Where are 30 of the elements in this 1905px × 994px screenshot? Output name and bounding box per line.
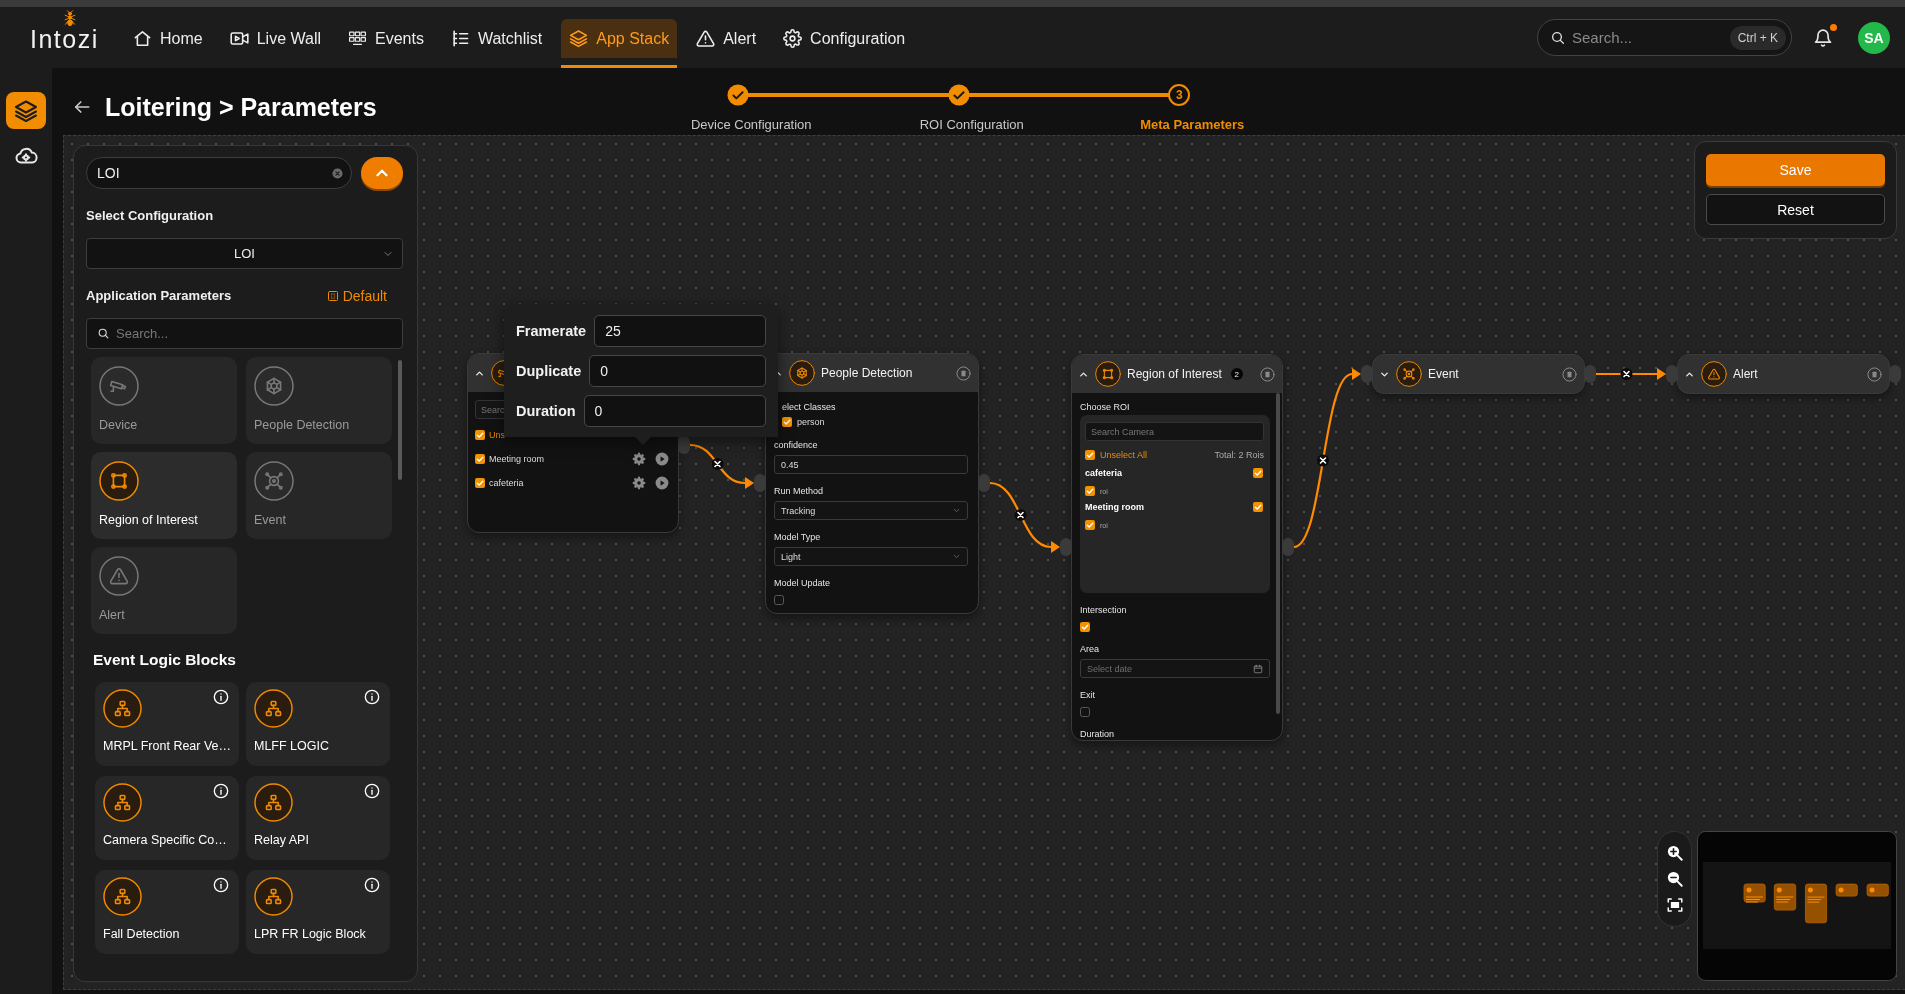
node-title: Alert [1733, 367, 1758, 381]
field-label: Run Method [774, 485, 824, 497]
option-label: person [797, 417, 825, 427]
field-label: confidence [774, 439, 818, 451]
field-label: Area [1080, 643, 1099, 655]
field-label: Choose ROI [1080, 401, 1130, 413]
field-label: Intersection [1080, 604, 1127, 616]
node-title: Region of Interest [1127, 367, 1222, 381]
field-label: Exit [1080, 689, 1095, 701]
page-title: Loitering > Parameters [105, 92, 377, 122]
section-title: Event Logic Blocks [92, 651, 236, 669]
field-label: elect Classes [782, 401, 836, 413]
keyboard-shortcut: Ctrl + K [1729, 25, 1786, 50]
field-label: Duplicate [516, 363, 582, 379]
section-label: Application Parameters [86, 288, 232, 304]
camera-name: Meeting room [1085, 502, 1144, 512]
logo-text: Intozi [30, 29, 99, 49]
field-label: Model Type [774, 531, 821, 543]
camera-name: cafeteria [1085, 468, 1123, 478]
section-label: Select Configuration [86, 208, 214, 224]
camera-name: cafeteria [489, 477, 524, 489]
field-label: Duration [516, 403, 576, 419]
node-title: Event [1428, 367, 1459, 381]
node-title: People Detection [821, 366, 913, 380]
count-badge: 2 [1230, 368, 1243, 380]
field-label: Model Update [774, 577, 831, 589]
total-count: Total: 2 Rois [1214, 450, 1264, 460]
field-label: Duration [1080, 728, 1115, 740]
camera-name: Meeting room [489, 453, 545, 465]
field-label: Framerate [516, 323, 587, 339]
